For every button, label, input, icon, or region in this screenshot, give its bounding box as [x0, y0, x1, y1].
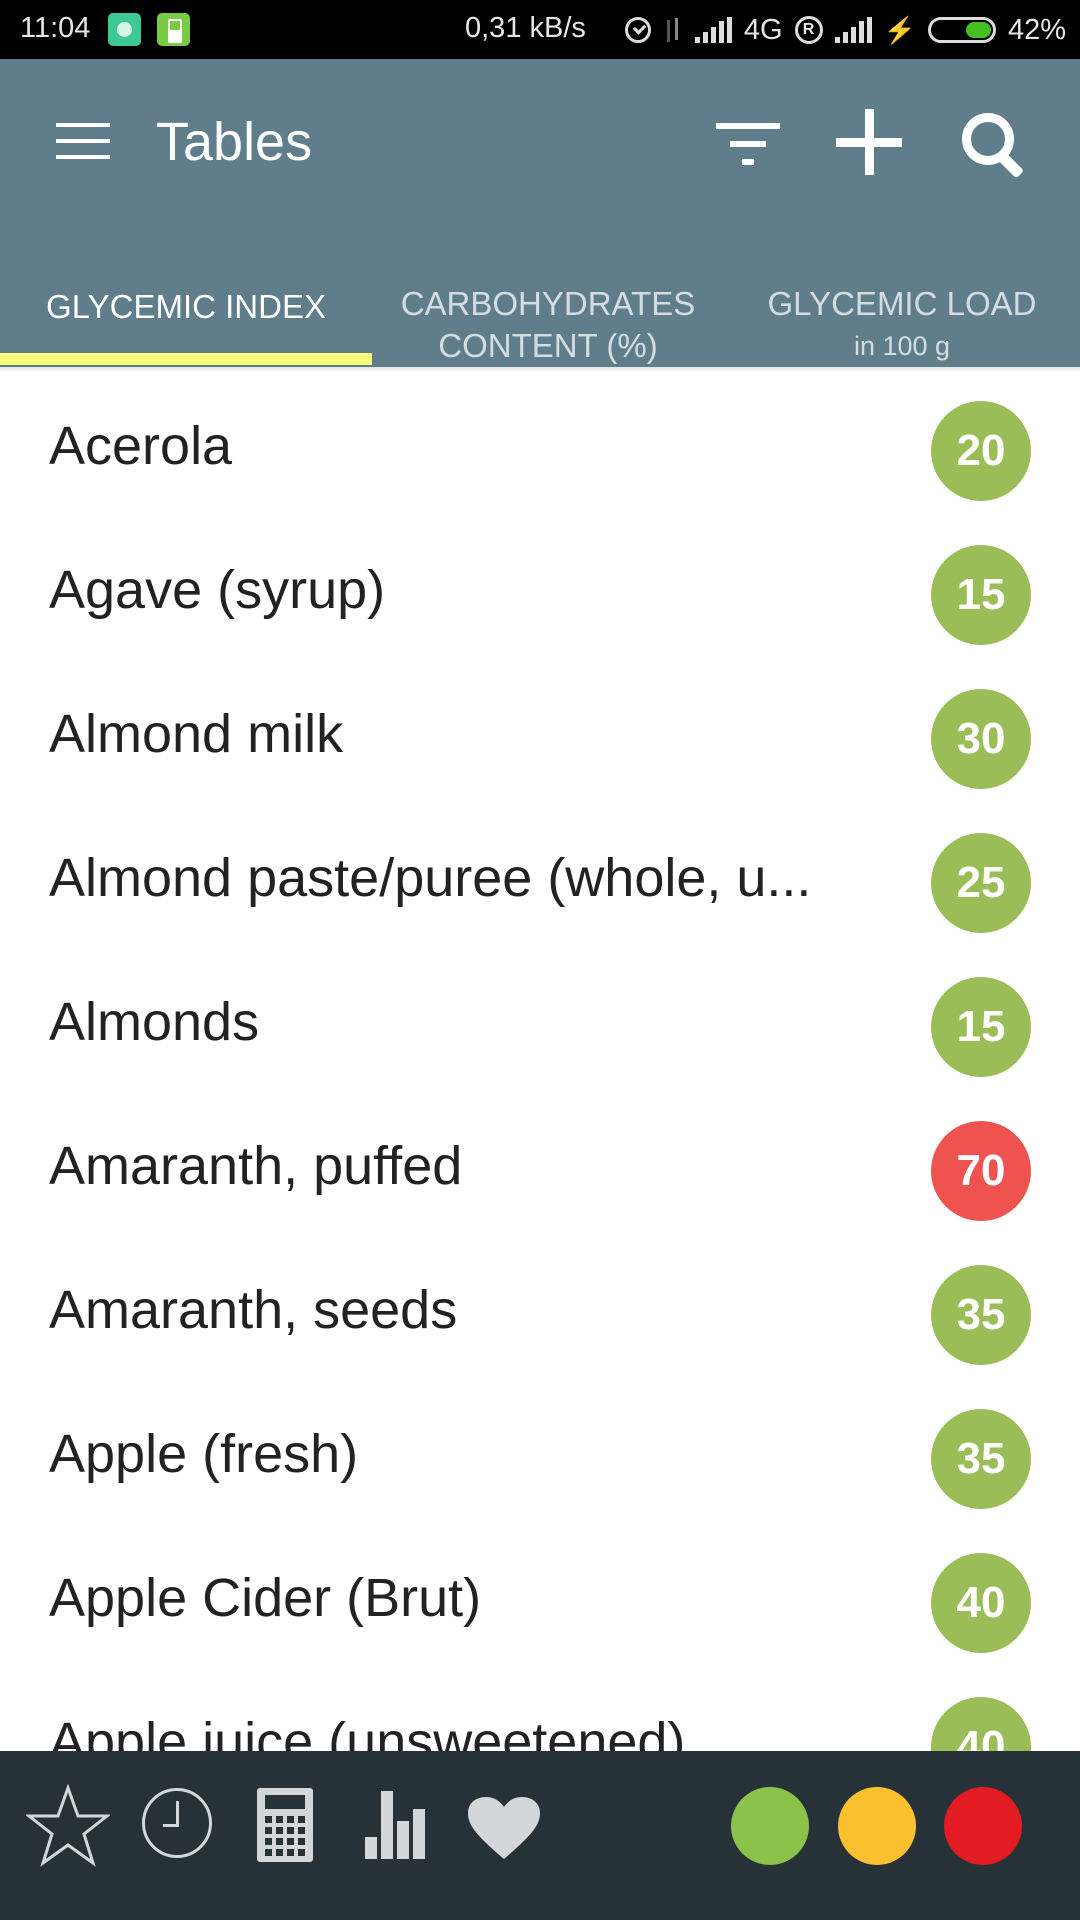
tab-sublabel: in 100 g — [853, 331, 951, 361]
food-name: Amaranth, seeds — [49, 1280, 458, 1340]
legend-yellow-dot[interactable] — [838, 1787, 916, 1865]
add-icon[interactable] — [836, 109, 902, 175]
list-item[interactable]: Almonds 15 — [0, 955, 1080, 1099]
food-name: Almonds — [49, 992, 260, 1052]
tab-label: GLYCEMIC INDEX — [46, 288, 326, 325]
page-title: Tables — [156, 112, 313, 172]
status-bar: 11:04 0,31 kB/s 4G R ⚡ 42% — [0, 0, 1080, 59]
charging-icon: ⚡ — [883, 14, 916, 45]
status-time: 11:04 — [20, 12, 91, 44]
food-name: Almond milk — [49, 704, 344, 764]
glycemic-index-badge: 40 — [931, 1553, 1031, 1653]
list-item[interactable]: Almond paste/puree (whole, u... 25 — [0, 811, 1080, 955]
glycemic-index-badge: 15 — [931, 977, 1031, 1077]
star-icon[interactable] — [26, 1784, 110, 1868]
food-list[interactable]: Acerola 20 Agave (syrup) 15 Almond milk 30 Alm… — [0, 379, 1080, 1751]
tab-label: GLYCEMIC LOAD — [767, 285, 1037, 322]
glycemic-index-badge: 20 — [931, 401, 1031, 501]
list-item[interactable]: Amaranth, seeds 35 — [0, 1243, 1080, 1387]
network-type: 4G — [743, 13, 783, 46]
battery-app-notification-icon — [157, 13, 190, 46]
list-item[interactable]: Almond milk 30 — [0, 667, 1080, 811]
glycemic-index-badge: 40 — [931, 1697, 1031, 1751]
data-transfer-icon — [663, 16, 683, 44]
calculator-icon[interactable] — [257, 1788, 313, 1862]
network-speed: 0,31 kB/s — [465, 12, 586, 44]
roaming-icon: R — [794, 16, 823, 44]
list-item[interactable]: Apple (fresh) 35 — [0, 1387, 1080, 1531]
battery-icon — [927, 17, 996, 43]
bottom-bar — [0, 1751, 1080, 1920]
filter-icon[interactable] — [716, 123, 780, 167]
hamburger-menu-icon[interactable] — [56, 119, 110, 161]
alarm-icon — [624, 17, 651, 43]
food-name: Apple juice (unsweetened) — [49, 1712, 686, 1751]
legend-green-dot[interactable] — [731, 1787, 809, 1865]
toolbar-shadow — [0, 367, 1080, 372]
food-name: Amaranth, puffed — [49, 1136, 463, 1196]
list-item[interactable]: Amaranth, puffed 70 — [0, 1099, 1080, 1243]
glycemic-index-badge: 15 — [931, 545, 1031, 645]
glycemic-index-badge: 35 — [931, 1409, 1031, 1509]
glycemic-index-badge: 25 — [931, 833, 1031, 933]
battery-percent: 42% — [1007, 13, 1066, 46]
heart-icon[interactable] — [466, 1795, 542, 1861]
status-icons: 4G R ⚡ 42% — [624, 8, 1066, 52]
android-app-notification-icon — [108, 13, 141, 46]
glycemic-index-badge: 35 — [931, 1265, 1031, 1365]
active-tab-indicator — [0, 353, 372, 365]
battery-level — [965, 22, 991, 38]
food-name: Apple (fresh) — [49, 1424, 359, 1484]
tab-carbohydrates-content[interactable]: CARBOHYDRATES CONTENT (%) — [372, 219, 724, 367]
list-item[interactable]: Acerola 20 — [0, 379, 1080, 523]
food-name: Apple Cider (Brut) — [49, 1568, 482, 1628]
glycemic-index-badge: 70 — [931, 1121, 1031, 1221]
glycemic-index-badge: 30 — [931, 689, 1031, 789]
list-item[interactable]: Apple juice (unsweetened) 40 — [0, 1675, 1080, 1751]
bar-chart-icon[interactable] — [365, 1791, 425, 1859]
tab-label-line2: CONTENT (%) — [438, 327, 658, 364]
search-icon[interactable] — [960, 111, 1030, 181]
tab-glycemic-load[interactable]: GLYCEMIC LOAD in 100 g — [724, 219, 1080, 367]
list-item[interactable]: Apple Cider (Brut) 40 — [0, 1531, 1080, 1675]
tab-glycemic-index[interactable]: GLYCEMIC INDEX — [0, 219, 372, 367]
list-item[interactable]: Agave (syrup) 15 — [0, 523, 1080, 667]
signal-icon — [694, 17, 732, 43]
food-name: Almond paste/puree (whole, u... — [49, 848, 812, 908]
food-name: Acerola — [49, 416, 233, 476]
food-name: Agave (syrup) — [49, 560, 386, 620]
signal-icon-2 — [834, 17, 872, 43]
clock-icon[interactable] — [142, 1788, 212, 1858]
legend-red-dot[interactable] — [944, 1787, 1022, 1865]
tab-bar: GLYCEMIC INDEX CARBOHYDRATES CONTENT (%)… — [0, 219, 1080, 367]
tab-label: CARBOHYDRATES — [400, 285, 696, 322]
app-toolbar: Tables GLYCEMIC INDEX CARBOHYDRATES CONT… — [0, 59, 1080, 367]
